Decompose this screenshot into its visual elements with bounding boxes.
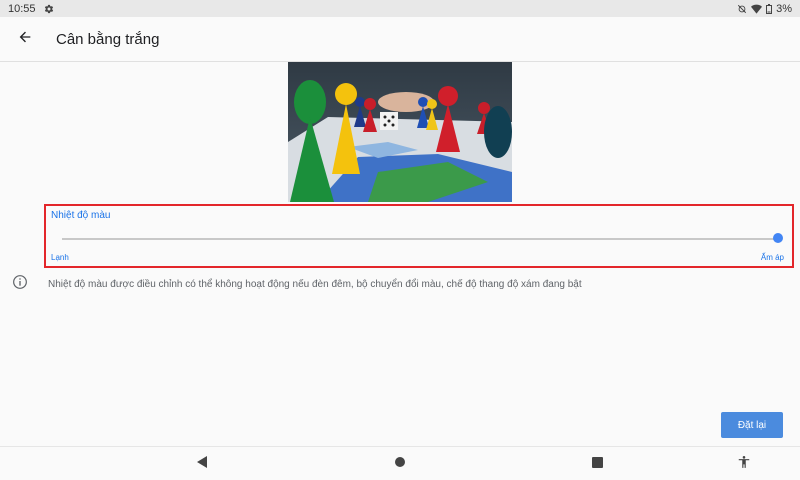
- arrow-back-icon: [17, 29, 33, 50]
- circle-home-icon: [394, 455, 406, 473]
- clock: 10:55: [8, 2, 36, 15]
- triangle-back-icon: [196, 455, 208, 473]
- navigation-bar: [0, 446, 800, 480]
- accessibility-button[interactable]: [736, 455, 752, 474]
- app-bar: Cân bằng trắng: [0, 17, 800, 62]
- slider-label: Nhiệt độ màu: [51, 210, 111, 221]
- color-temperature-slider-section: Nhiệt độ màu Lạnh Ấm áp: [44, 204, 794, 268]
- page-title: Cân bằng trắng: [56, 30, 160, 48]
- gear-icon: [44, 4, 54, 14]
- reset-button[interactable]: Đặt lại: [721, 412, 783, 438]
- nav-recents-button[interactable]: [589, 456, 605, 472]
- info-icon: [12, 274, 28, 295]
- slider-max-label: Ấm áp: [760, 253, 784, 262]
- nav-home-button[interactable]: [392, 456, 408, 472]
- status-bar: 10:55 3%: [0, 0, 800, 17]
- slider-min-label: Lạnh: [51, 253, 69, 262]
- wifi-icon: [751, 4, 763, 14]
- color-temperature-slider-track[interactable]: [62, 238, 778, 240]
- alarm-off-icon: [737, 4, 747, 14]
- info-text: Nhiệt độ màu được điều chỉnh có thể khôn…: [48, 279, 582, 290]
- accessibility-icon: [737, 455, 751, 474]
- info-row: Nhiệt độ màu được điều chỉnh có thể khôn…: [12, 274, 782, 295]
- color-temperature-slider-thumb[interactable]: [773, 233, 783, 243]
- nav-back-button[interactable]: [194, 456, 210, 472]
- battery-percent: 3%: [776, 2, 792, 15]
- square-recents-icon: [591, 455, 603, 473]
- preview-image: [288, 62, 512, 202]
- back-button[interactable]: [10, 24, 40, 54]
- battery-icon: [766, 3, 773, 14]
